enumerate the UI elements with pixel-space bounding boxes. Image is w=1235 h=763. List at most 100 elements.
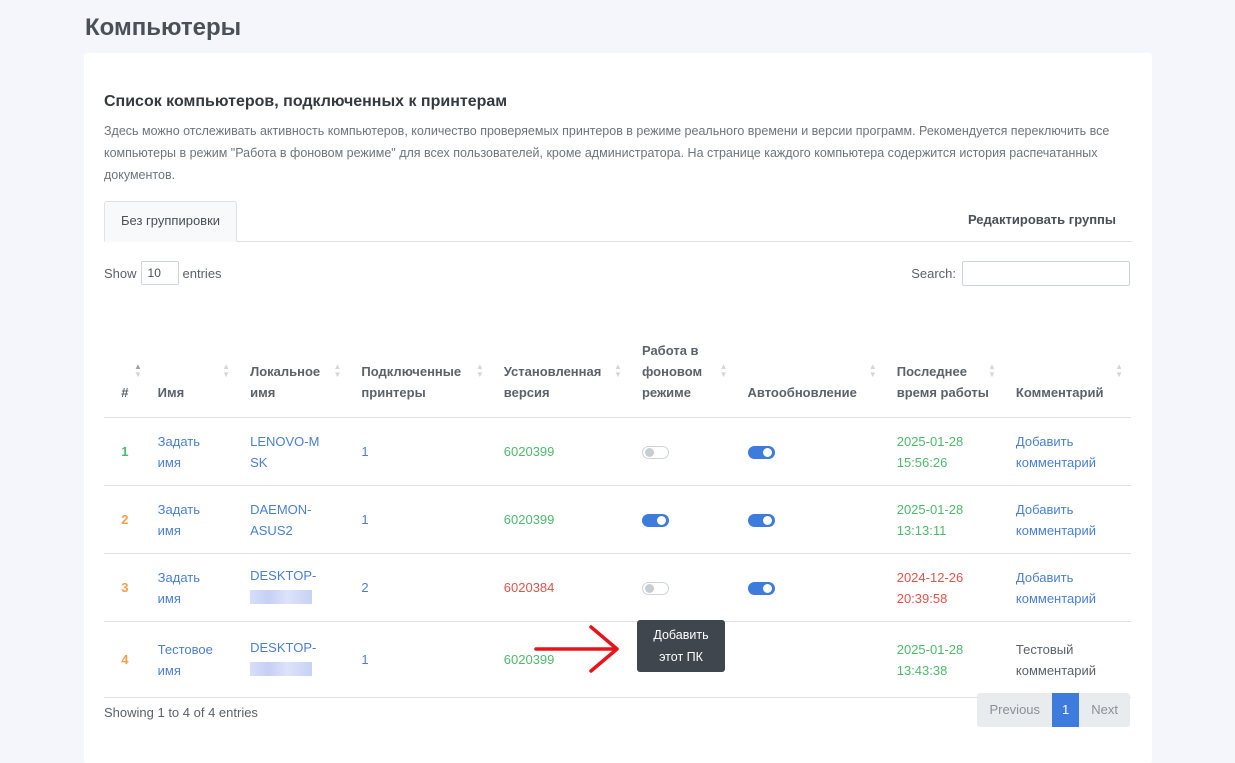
row-auto-update: [735, 417, 885, 486]
column-header-8[interactable]: Комментарий ▲ ▼: [1003, 318, 1131, 418]
row-comment-text[interactable]: Добавить комментарий: [1016, 499, 1106, 541]
row-local-name-text[interactable]: DAEMON-ASUS2: [250, 499, 320, 541]
row-name-text[interactable]: Тестовое имя: [158, 639, 218, 681]
row-name[interactable]: Тестовое имя: [145, 621, 239, 698]
row-number-text: 3: [121, 580, 129, 595]
column-header-label: Имя: [157, 385, 185, 400]
row-number: 2: [104, 485, 146, 554]
row-local-name[interactable]: DAEMON-ASUS2: [238, 485, 350, 554]
column-header-6[interactable]: Автообновление ▲ ▼: [735, 318, 885, 418]
column-header-label: Подключенные принтеры: [361, 364, 462, 400]
row-comment[interactable]: Добавить комментарий: [1003, 485, 1131, 554]
row-printers[interactable]: 1: [349, 621, 492, 698]
table-info: Showing 1 to 4 of 4 entries: [104, 705, 258, 720]
row-version: 6020399: [491, 417, 630, 486]
show-label: Show: [104, 265, 137, 281]
toggle-knob: [762, 448, 772, 458]
toggle-on-switch[interactable]: [747, 582, 775, 596]
row-comment: Тестовый комментарий: [1003, 621, 1131, 698]
annotation-arrow-icon: [534, 625, 619, 673]
row-printers-text[interactable]: 1: [361, 444, 368, 459]
row-printers[interactable]: 1: [349, 485, 492, 554]
column-header-0[interactable]: # ▲ ▼: [104, 318, 146, 418]
toggle-knob: [762, 584, 772, 594]
sort-arrows-icon: ▲ ▼: [987, 362, 996, 379]
tab-no-grouping[interactable]: Без группировки: [104, 201, 238, 242]
column-header-label: Комментарий: [1015, 385, 1104, 400]
row-number: 3: [104, 553, 146, 622]
row-local-name[interactable]: LENOVO-MSK: [238, 417, 350, 486]
row-printers-text[interactable]: 2: [361, 580, 368, 595]
page-title: Компьютеры: [85, 14, 242, 41]
row-version: 6020384: [491, 553, 630, 622]
row-name-text[interactable]: Задать имя: [158, 499, 218, 541]
column-header-5[interactable]: Работа в фоновом режиме ▲ ▼: [629, 318, 736, 418]
row-background-mode: [629, 553, 736, 622]
row-comment-text: Тестовый комментарий: [1015, 641, 1097, 678]
sort-arrows-icon: ▲ ▼: [222, 362, 231, 379]
column-header-label: Последнее время работы: [896, 364, 989, 400]
row-local-name[interactable]: DESKTOP-: [238, 621, 350, 698]
row-printers[interactable]: 1: [349, 417, 492, 486]
row-name-text[interactable]: Задать имя: [158, 431, 218, 473]
row-name[interactable]: Задать имя: [145, 485, 239, 554]
row-version-text: 6020384: [503, 580, 555, 595]
sort-arrows-icon: ▲ ▼: [134, 362, 142, 379]
row-number: 1: [104, 417, 146, 486]
row-number-text: 4: [121, 652, 129, 667]
row-version-text: 6020399: [503, 444, 555, 459]
grouping-tabs: Без группировки Редактировать группы: [104, 201, 1132, 242]
row-local-name[interactable]: DESKTOP-: [238, 553, 350, 622]
row-local-name-text[interactable]: DESKTOP-: [250, 565, 320, 586]
column-header-label: Установленная версия: [503, 364, 602, 400]
previous-page-button[interactable]: Previous: [977, 693, 1053, 727]
row-printers[interactable]: 2: [349, 553, 492, 622]
row-local-name-text[interactable]: LENOVO-MSK: [250, 431, 320, 473]
sort-arrows-icon: ▲ ▼: [868, 362, 877, 379]
search-label: Search:: [911, 266, 956, 281]
column-header-2[interactable]: Локальное имя ▲ ▼: [238, 318, 350, 418]
row-background-mode: [629, 417, 736, 486]
row-comment-text[interactable]: Добавить комментарий: [1016, 431, 1106, 473]
column-header-label: Работа в фоновом режиме: [641, 343, 703, 400]
toggle-knob: [644, 448, 654, 458]
row-comment[interactable]: Добавить комментарий: [1003, 417, 1131, 486]
row-last-time: 2024-12-26 20:39:58: [884, 553, 1004, 622]
column-header-4[interactable]: Установленная версия ▲ ▼: [491, 318, 630, 418]
entries-label: entries: [182, 265, 222, 281]
column-header-1[interactable]: Имя ▲ ▼: [145, 318, 239, 418]
sort-arrows-icon: ▲ ▼: [719, 362, 728, 379]
table-row: 2 Задать имя DAEMON-ASUS2 1 6020399 2025-01-2…: [104, 485, 1131, 554]
row-last-time: 2025-01-28 13:13:11: [884, 485, 1004, 554]
pagination: Previous 1 Next: [977, 693, 1130, 727]
sort-arrows-icon: ▲ ▼: [1115, 362, 1123, 379]
column-header-3[interactable]: Подключенные принтеры ▲ ▼: [349, 318, 492, 418]
row-auto-update: [735, 553, 885, 622]
search-input[interactable]: [962, 261, 1130, 286]
entries-length-select[interactable]: 10: [140, 261, 179, 285]
edit-groups-link[interactable]: Редактировать группы: [968, 201, 1116, 239]
sort-arrows-icon: ▲ ▼: [333, 362, 342, 379]
row-printers-text[interactable]: 1: [361, 652, 368, 667]
toggle-on-switch[interactable]: [747, 514, 775, 528]
add-pc-tooltip[interactable]: Добавить этот ПК: [637, 620, 725, 672]
sort-arrows-icon: ▲ ▼: [614, 362, 622, 379]
row-name[interactable]: Задать имя: [145, 417, 239, 486]
row-comment[interactable]: Добавить комментарий: [1003, 553, 1131, 622]
toggle-off-switch[interactable]: [641, 446, 669, 460]
column-header-7[interactable]: Последнее время работы ▲ ▼: [884, 318, 1004, 418]
row-version-text: 6020399: [503, 512, 555, 527]
row-name-text[interactable]: Задать имя: [158, 567, 218, 609]
tooltip-line-1: Добавить: [653, 628, 709, 642]
table-row: 3 Задать имя DESKTOP- 2 6020384 2024-12-26 20…: [104, 553, 1131, 622]
row-last-time-text: 2025-01-28 13:43:38: [896, 641, 964, 678]
row-local-name-text[interactable]: DESKTOP-: [250, 637, 320, 658]
toggle-on-switch[interactable]: [747, 446, 775, 460]
page-1-button[interactable]: 1: [1052, 693, 1080, 727]
row-comment-text[interactable]: Добавить комментарий: [1016, 567, 1106, 609]
row-name[interactable]: Задать имя: [145, 553, 239, 622]
toggle-off-switch[interactable]: [641, 582, 669, 596]
row-printers-text[interactable]: 1: [361, 512, 368, 527]
toggle-on-switch[interactable]: [641, 514, 669, 528]
next-page-button[interactable]: Next: [1079, 693, 1130, 727]
